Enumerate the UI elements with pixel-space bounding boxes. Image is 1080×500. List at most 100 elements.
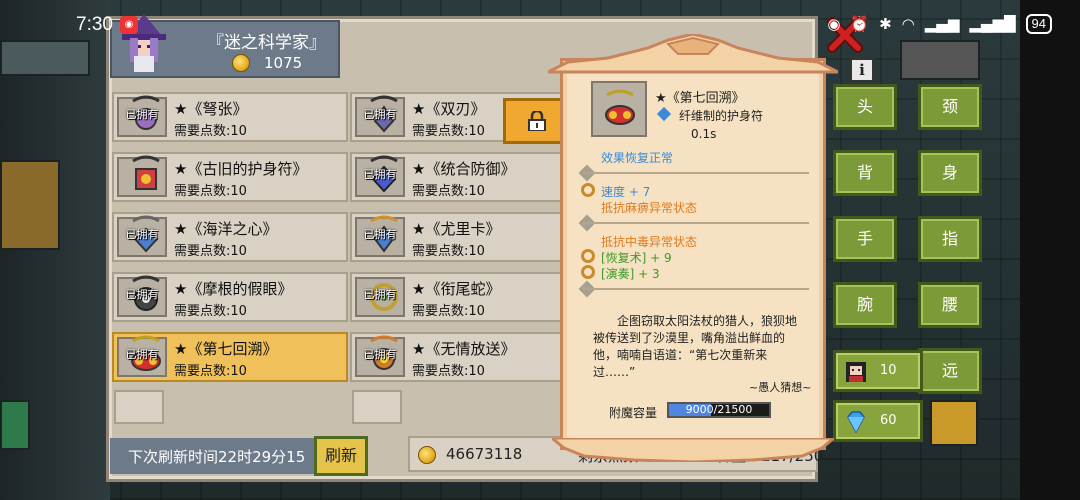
gold-coin-icon <box>418 446 436 464</box>
background-wall-right <box>1020 0 1080 500</box>
item-detail-popup: ★《第七回溯》 纤维制的护身符 0.1s 效果恢复正常 速度 + 7 抵抗麻痹异… <box>560 58 826 450</box>
lock-toggle[interactable] <box>503 98 565 144</box>
signal-icon: ▂▄▆ <box>924 15 960 33</box>
detail-item-name: ★《第七回溯》 <box>655 91 745 106</box>
owned-label: 已拥有 <box>363 108 397 121</box>
slot-hand-button[interactable]: 手 <box>833 216 897 262</box>
owned-label: 已拥有 <box>125 228 159 241</box>
effect-text: 效果恢复正常 <box>601 151 674 165</box>
item-icon-box <box>117 155 167 197</box>
item-description: 企图窃取太阳法杖的猎人，狼狈地被传送到了沙漠里，嘴角溢出鲜血的他，喃喃自语道：“… <box>593 314 798 379</box>
empty-item-slot <box>352 390 402 424</box>
slot-far-button[interactable]: 远 <box>918 348 982 394</box>
item-author: ~愚人猜想~ <box>749 381 812 394</box>
battery-indicator: 94 <box>1025 14 1052 34</box>
slot-neck-button[interactable]: 颈 <box>918 84 982 130</box>
detail-item-time: 0.1s <box>691 127 717 141</box>
item-cost: 需要点数:10 <box>412 364 485 379</box>
notification-icon: ◉ <box>120 16 138 34</box>
item-card-10[interactable]: 已拥有 ★《无情放送》 需要点数:10 <box>350 332 586 382</box>
gem-currency-button[interactable]: 60 <box>833 400 923 442</box>
effect-text: 抵抗中毒异常状态 <box>601 235 698 249</box>
signal-icon-2: ▂▄▆█ <box>969 15 1016 33</box>
item-name: ★《尤里卡》 <box>412 220 501 238</box>
item-cost: 需要点数:10 <box>412 124 485 139</box>
clock: 7:30 <box>76 14 113 35</box>
item-cost: 需要点数:10 <box>412 304 485 319</box>
character-ticket-icon <box>846 362 866 382</box>
coin-icon <box>232 54 250 72</box>
seventh-rewind-icon <box>605 89 635 125</box>
item-cost: 需要点数:10 <box>174 124 247 139</box>
header-coin-row: 1075 <box>232 54 302 72</box>
item-name: ★《摩根的假眼》 <box>174 280 293 298</box>
background-crate <box>930 400 978 446</box>
detail-item-icon-box <box>591 81 647 137</box>
key-icon <box>581 265 595 279</box>
bluetooth-icon: ✱ <box>879 15 892 33</box>
item-name: ★《弩张》 <box>174 100 248 118</box>
header-coin-count: 1075 <box>264 54 303 72</box>
slot-body-button[interactable]: 身 <box>918 150 982 196</box>
refresh-button[interactable]: 刷新 <box>314 436 368 476</box>
effect-text: 抵抗麻痹异常状态 <box>601 201 698 215</box>
slot-wrist-button[interactable]: 腕 <box>833 282 897 328</box>
separator <box>583 288 809 290</box>
wifi-icon: ◠ <box>901 15 915 33</box>
item-name: ★《第七回溯》 <box>174 340 278 358</box>
owned-label: 已拥有 <box>125 108 159 121</box>
item-name: ★《统合防御》 <box>412 160 516 178</box>
effect-text: [演奏] + 3 <box>601 267 660 281</box>
refresh-time-text: 下次刷新时间22时29分15 <box>128 448 306 466</box>
item-card-5[interactable]: 已拥有 ★《海洋之心》 需要点数:10 <box>112 212 348 262</box>
eye-icon: ◉ <box>827 15 841 33</box>
owned-label: 已拥有 <box>125 288 159 301</box>
diamond-icon <box>656 106 672 122</box>
item-name: ★《海洋之心》 <box>174 220 278 238</box>
gem-count: 60 <box>880 413 897 428</box>
separator <box>583 172 809 174</box>
item-cost: 需要点数:10 <box>174 304 247 319</box>
owned-label: 已拥有 <box>125 348 159 361</box>
slot-waist-button[interactable]: 腰 <box>918 282 982 328</box>
ticket-count: 10 <box>880 363 897 378</box>
key-icon <box>581 183 595 197</box>
enchant-capacity-label: 附魔容量 <box>609 406 658 420</box>
item-cost: 需要点数:10 <box>174 184 247 199</box>
item-card-4[interactable]: 已拥有 ★《统合防御》 需要点数:10 <box>350 152 586 202</box>
item-card-7[interactable]: 已拥有 ★《摩根的假眼》 需要点数:10 <box>112 272 348 322</box>
info-button[interactable]: i <box>850 58 874 82</box>
effect-text: [恢复术] + 9 <box>601 251 672 265</box>
separator <box>583 222 809 224</box>
owned-label: 已拥有 <box>363 348 397 361</box>
status-icons: ◉ ⏰ ✱ ◠ ▂▄▆ ▂▄▆█ 94 <box>827 14 1052 34</box>
slot-head-button[interactable]: 头 <box>833 84 897 130</box>
owned-label: 已拥有 <box>363 168 397 181</box>
item-card-8[interactable]: 已拥有 ★《衔尾蛇》 需要点数:10 <box>350 272 586 322</box>
slot-back-button[interactable]: 背 <box>833 150 897 196</box>
status-bar: 7:30 ◉ ◉ ⏰ ✱ ◠ ▂▄▆ ▂▄▆█ 94 <box>0 0 1080 50</box>
item-card-6[interactable]: 已拥有 ★《尤里卡》 需要点数:10 <box>350 212 586 262</box>
item-name: ★《双刃》 <box>412 100 486 118</box>
key-icon <box>581 249 595 263</box>
item-name: ★《无情放送》 <box>412 340 516 358</box>
slot-finger-button[interactable]: 指 <box>918 216 982 262</box>
owned-label: 已拥有 <box>363 228 397 241</box>
item-cost: 需要点数:10 <box>174 364 247 379</box>
item-card-3[interactable]: ★《古旧的护身符》 需要点数:10 <box>112 152 348 202</box>
detail-banner-bottom <box>552 438 834 462</box>
ticket-currency-button[interactable]: 10 <box>833 350 923 392</box>
alarm-icon: ⏰ <box>850 15 870 33</box>
enchant-capacity-value: 9000/21500 <box>685 403 753 416</box>
item-card-9[interactable]: 已拥有 ★《第七回溯》 需要点数:10 <box>112 332 348 382</box>
item-name: ★《衔尾蛇》 <box>412 280 501 298</box>
empty-item-slot <box>114 390 164 424</box>
owned-label: 已拥有 <box>363 288 397 301</box>
item-cost: 需要点数:10 <box>412 184 485 199</box>
refresh-timer: 下次刷新时间22时29分15 <box>110 438 316 474</box>
item-cost: 需要点数:10 <box>412 244 485 259</box>
enchant-capacity-bar: 9000/21500 <box>667 402 771 418</box>
effect-text: 速度 + 7 <box>601 185 651 199</box>
item-card-1[interactable]: 已拥有 ★《弩张》 需要点数:10 <box>112 92 348 142</box>
item-name: ★《古旧的护身符》 <box>174 160 308 178</box>
